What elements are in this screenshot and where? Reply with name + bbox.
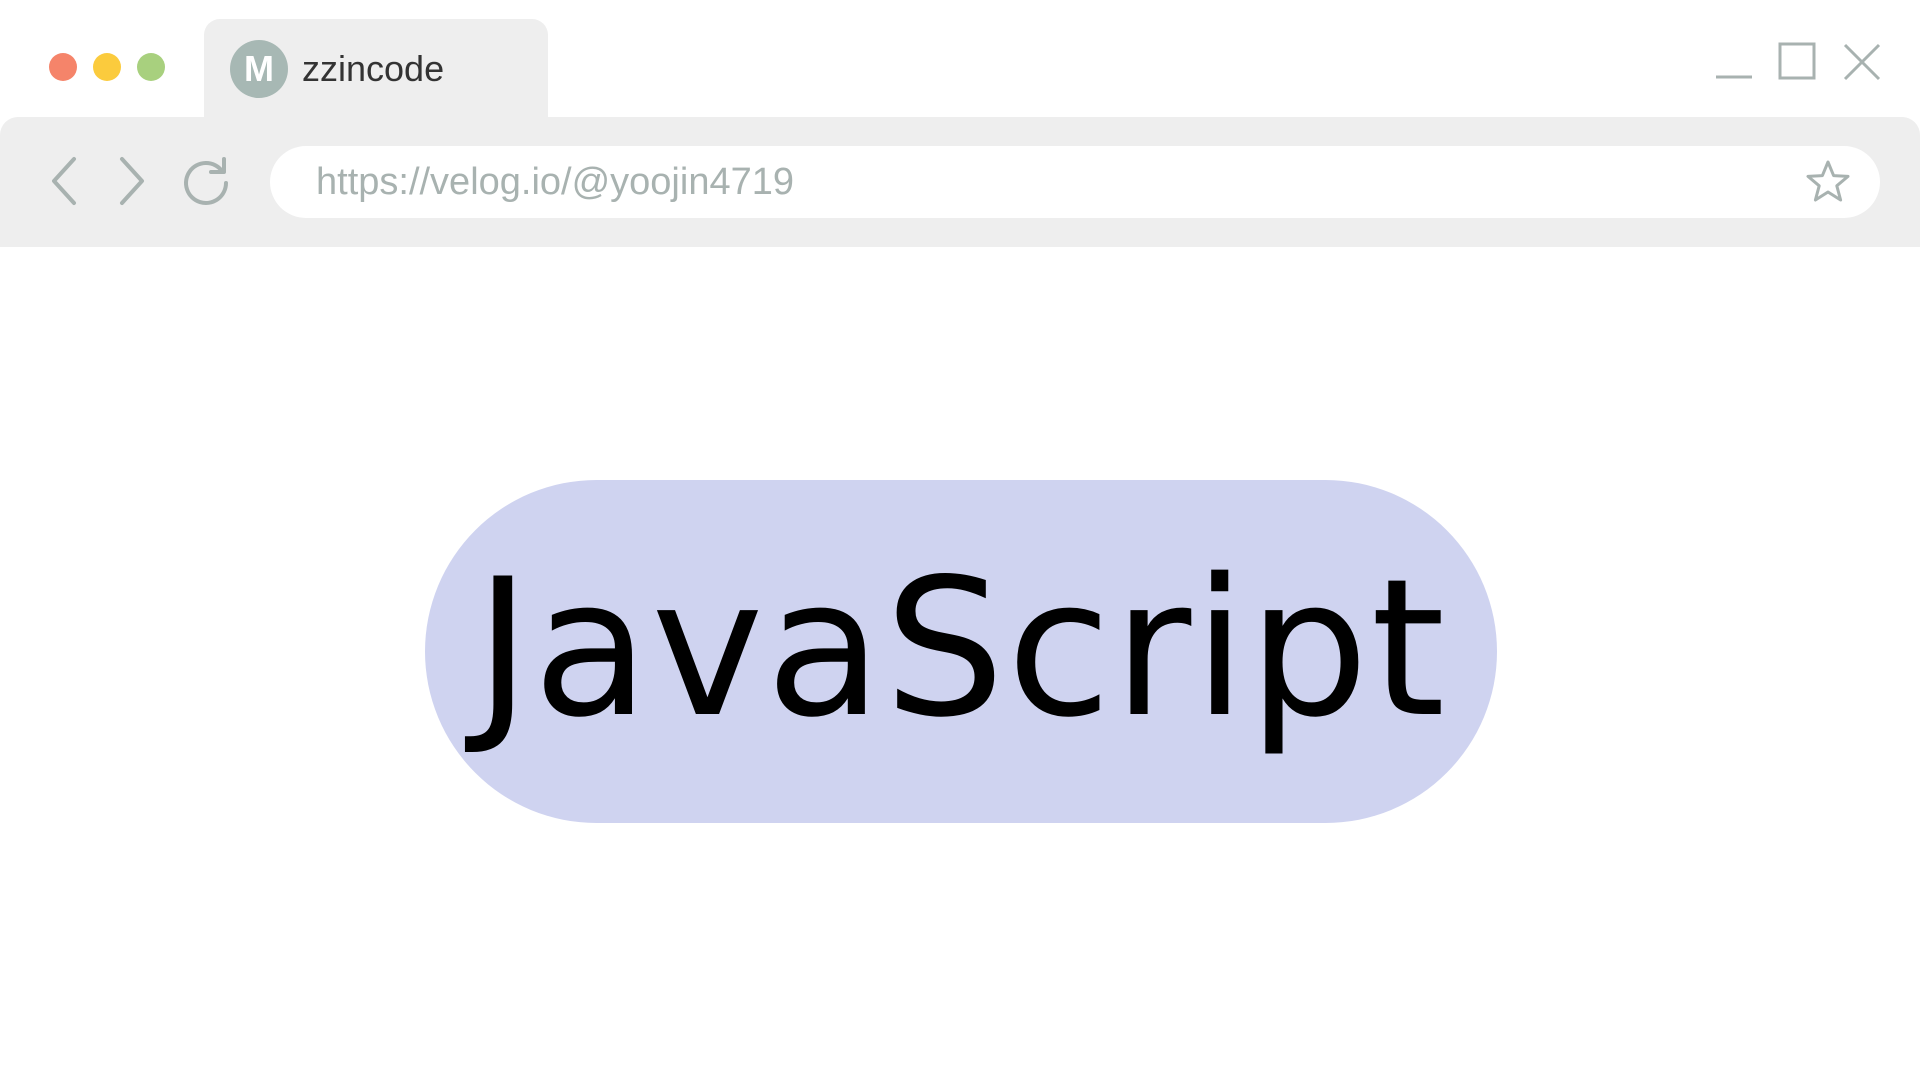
- tab-favicon-icon: M: [230, 40, 288, 98]
- tab-zzincode[interactable]: M zzincode: [204, 19, 548, 117]
- page-content: JavaScript: [0, 247, 1920, 1080]
- star-icon[interactable]: [1804, 158, 1852, 206]
- browser-toolbar: https://velog.io/@yoojin4719: [0, 117, 1920, 247]
- chevron-left-icon[interactable]: [38, 153, 94, 209]
- close-window-dot[interactable]: [49, 53, 77, 81]
- address-bar[interactable]: https://velog.io/@yoojin4719: [270, 146, 1880, 218]
- tab-title: zzincode: [302, 48, 445, 89]
- close-icon[interactable]: [1840, 40, 1884, 84]
- chevron-right-icon[interactable]: [102, 153, 158, 209]
- reload-icon[interactable]: [178, 153, 234, 209]
- url-text[interactable]: https://velog.io/@yoojin4719: [316, 160, 794, 204]
- maximize-icon[interactable]: [1776, 40, 1820, 84]
- badge-label: JavaScript: [474, 537, 1448, 759]
- title-bar: M zzincode: [0, 0, 1920, 117]
- javascript-badge: JavaScript: [425, 480, 1497, 823]
- browser-window: M zzincode https://velog.io/@yoojin4719: [0, 0, 1920, 1080]
- zoom-window-dot[interactable]: [137, 53, 165, 81]
- minimize-window-dot[interactable]: [93, 53, 121, 81]
- minimize-icon[interactable]: [1712, 40, 1756, 84]
